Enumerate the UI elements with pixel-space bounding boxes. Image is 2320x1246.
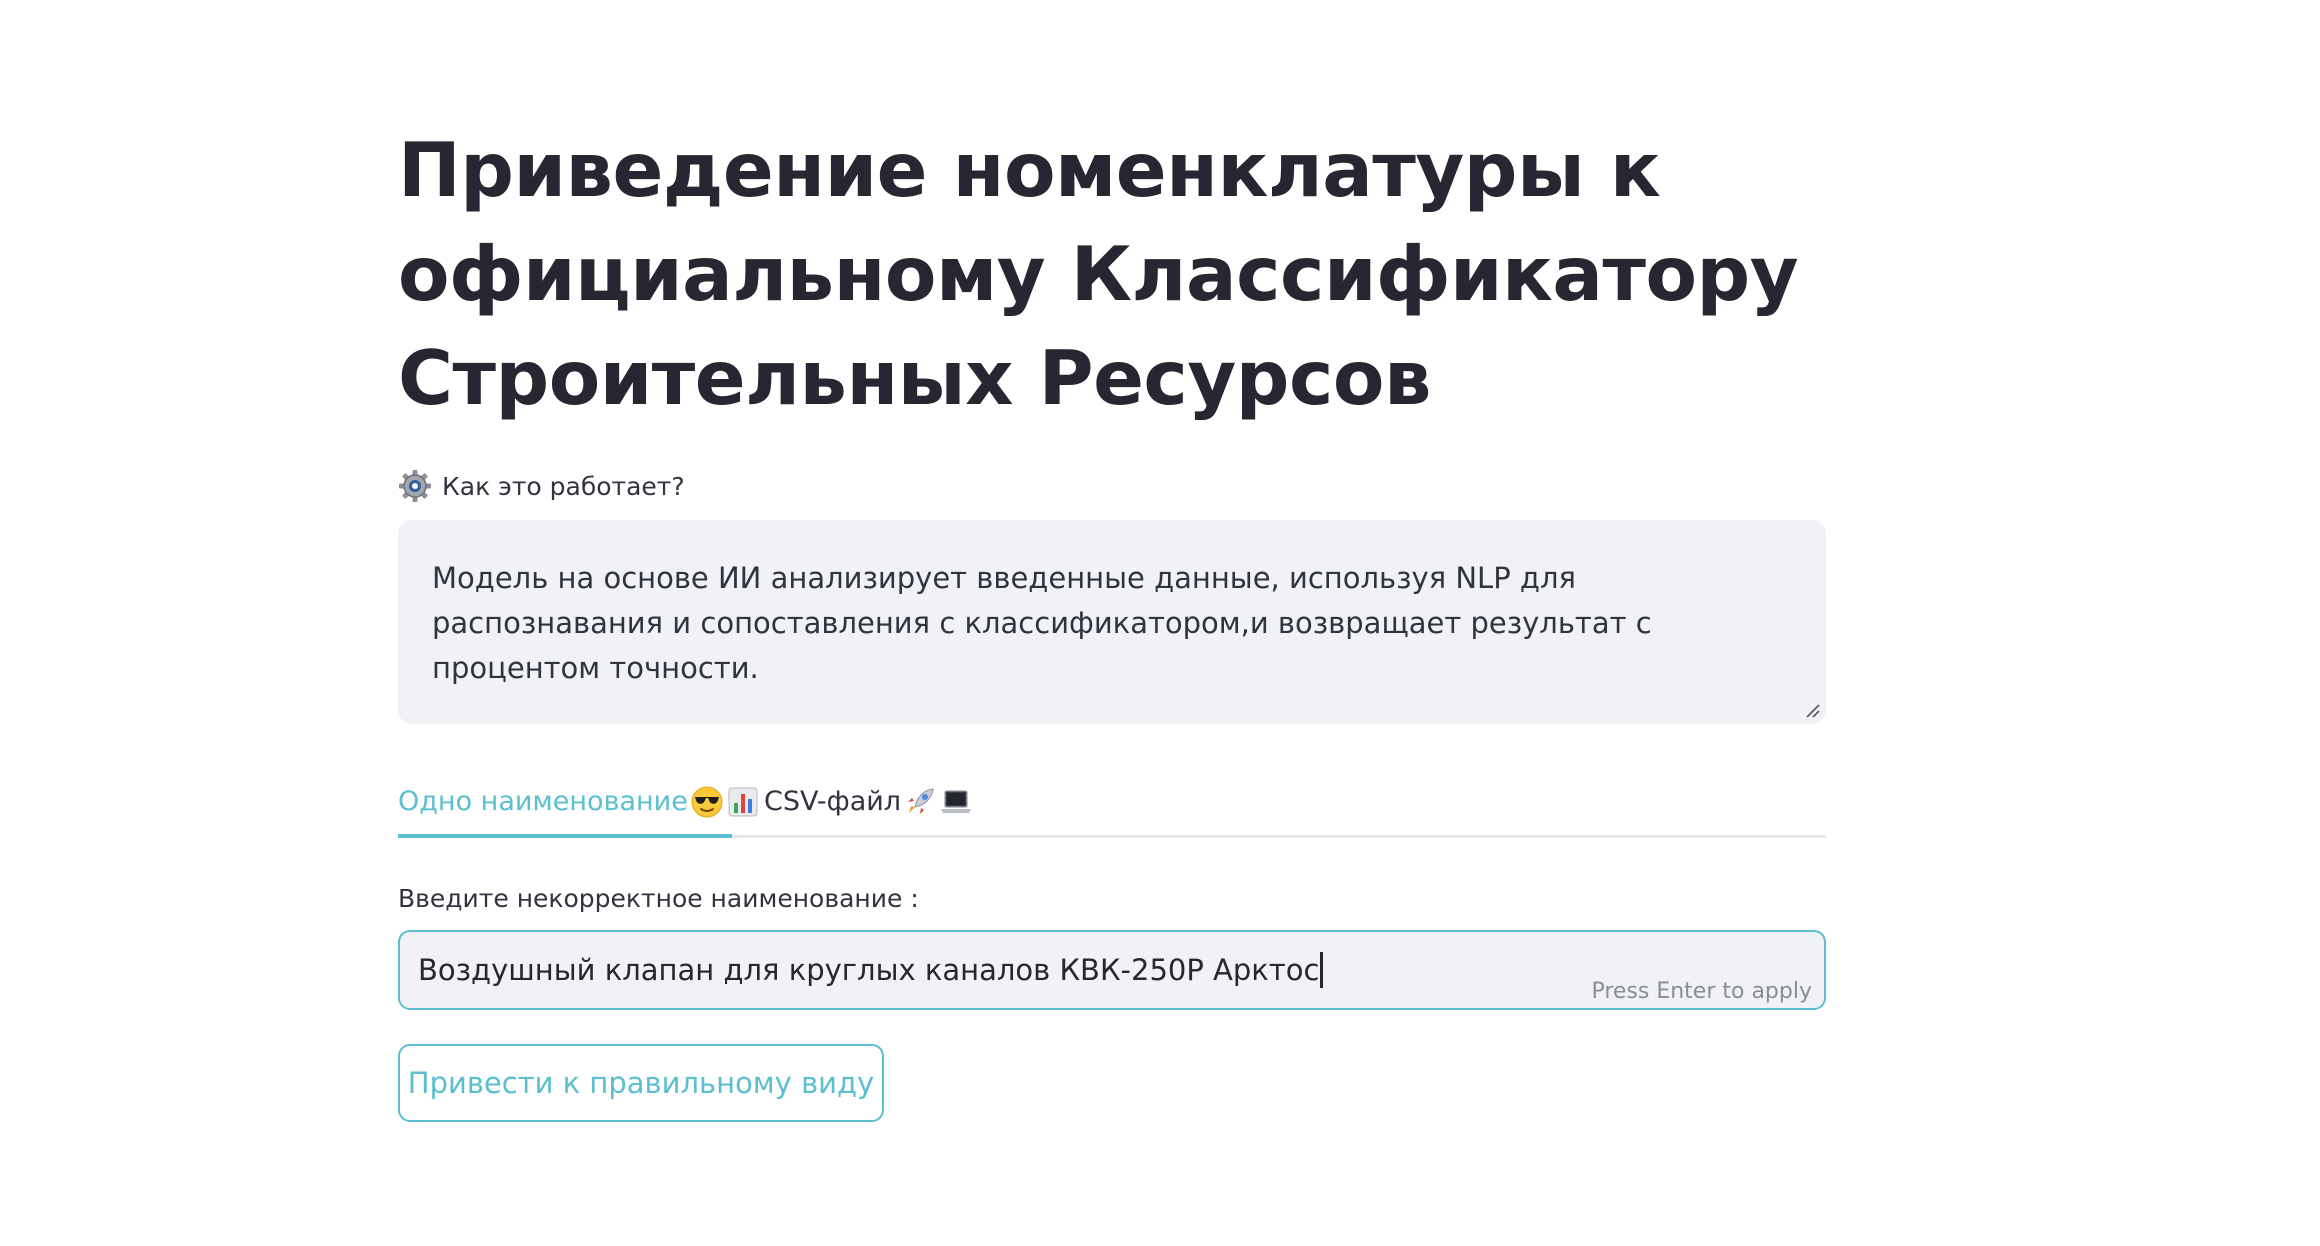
tab-single-name[interactable]: Одно наименование: [398, 768, 760, 835]
how-it-works-label-text: Как это работает?: [442, 471, 685, 501]
rocket-emoji-icon: [908, 787, 934, 814]
input-label: Введите некорректное наименование :: [398, 883, 919, 913]
normalize-button[interactable]: Привести к правильному виду: [398, 1044, 884, 1122]
nomenclature-input-value: Воздушный клапан для круглых каналов КВК…: [418, 953, 1320, 987]
nomenclature-input[interactable]: Воздушный клапан для круглых каналов КВК…: [398, 930, 1826, 1010]
how-it-works-text: Модель на основе ИИ анализирует введенны…: [432, 561, 1652, 685]
laptop-emoji-icon: [941, 789, 972, 813]
how-it-works-label: Как это работает?: [398, 466, 685, 506]
resize-grip-icon[interactable]: [1804, 702, 1820, 718]
tab-single-name-label: Одно наименование: [398, 786, 688, 817]
active-tab-indicator: [398, 834, 732, 838]
tab-bar: Одно наименование CSV-файл: [398, 768, 1826, 840]
text-caret: [1320, 952, 1324, 988]
nomenclature-input-value-wrap: Воздушный клапан для круглых каналов КВК…: [418, 932, 1324, 1008]
page-title: Приведение номенклатуры к официальному К…: [398, 126, 1799, 422]
how-it-works-textarea[interactable]: Модель на основе ИИ анализирует введенны…: [398, 520, 1826, 724]
bar-chart-emoji-icon: [728, 787, 758, 816]
press-enter-hint: Press Enter to apply: [1591, 979, 1812, 1004]
tab-csv-file-label: CSV-файл: [764, 786, 902, 817]
sunglasses-emoji-icon: [691, 786, 723, 817]
tab-csv-file[interactable]: CSV-файл: [764, 768, 973, 835]
gear-icon: [399, 470, 431, 502]
